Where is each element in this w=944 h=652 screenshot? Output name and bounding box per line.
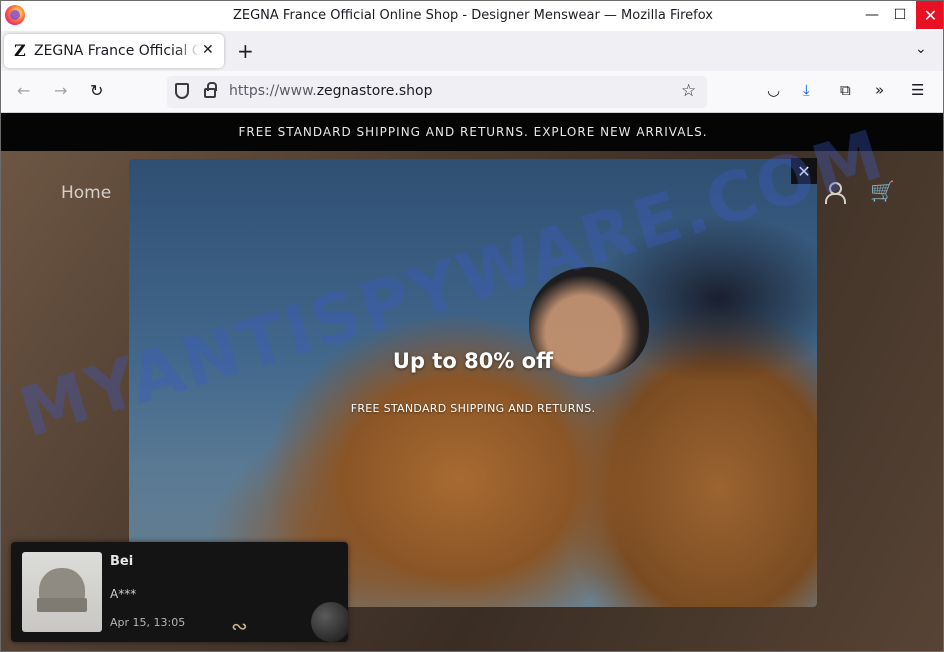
decorative-swirl-icon: ∾ bbox=[231, 614, 248, 638]
zegna-favicon-icon: Z bbox=[14, 41, 26, 60]
url-text[interactable]: https://www.zegnastore.shop bbox=[229, 83, 432, 99]
reload-icon[interactable]: ↻ bbox=[90, 81, 103, 100]
url-host: zegnastore.shop bbox=[316, 83, 433, 99]
tab-zegna[interactable]: Z ZEGNA France Official Online Shop ✕ bbox=[4, 34, 224, 68]
browser-window: ZEGNA France Official Online Shop - Desi… bbox=[0, 0, 944, 652]
notification-time: Apr 15, 13:05 bbox=[110, 616, 186, 629]
pocket-icon[interactable]: ◡ bbox=[767, 81, 780, 99]
tracking-protection-shield-icon[interactable] bbox=[175, 83, 189, 99]
tab-strip: Z ZEGNA France Official Online Shop ✕ + … bbox=[1, 31, 943, 71]
window-title: ZEGNA France Official Online Shop - Desi… bbox=[232, 8, 714, 23]
notification-title: Bei bbox=[110, 554, 134, 569]
url-scheme: https://www. bbox=[229, 83, 317, 99]
title-bar: ZEGNA France Official Online Shop - Desi… bbox=[1, 1, 943, 31]
more-tools-chevron-icon[interactable]: » bbox=[875, 81, 884, 99]
hamburger-menu-icon[interactable]: ☰ bbox=[911, 81, 924, 99]
extensions-puzzle-icon[interactable]: ⧉ bbox=[840, 81, 851, 99]
decorative-spheres-image bbox=[311, 602, 348, 642]
forward-arrow-icon[interactable]: → bbox=[54, 81, 67, 100]
notification-buyer: A*** bbox=[110, 587, 137, 601]
bookmark-star-icon[interactable]: ☆ bbox=[681, 81, 696, 101]
close-window-button[interactable]: ✕ bbox=[916, 1, 943, 29]
web-page: FREE STANDARD SHIPPING AND RETURNS. EXPL… bbox=[1, 113, 943, 651]
list-all-tabs-chevron-icon[interactable]: ⌄ bbox=[915, 41, 927, 57]
new-tab-plus-icon[interactable]: + bbox=[237, 39, 254, 63]
tab-close-icon[interactable]: ✕ bbox=[202, 42, 214, 58]
minimize-button[interactable]: — bbox=[858, 1, 886, 29]
popup-subtitle: FREE STANDARD SHIPPING AND RETURNS. bbox=[350, 402, 596, 415]
url-bar[interactable]: https://www.zegnastore.shop ☆ bbox=[167, 76, 707, 108]
purchase-notification[interactable]: Bei A*** Apr 15, 13:05 ∾ bbox=[11, 542, 348, 642]
beanie-product-image bbox=[22, 552, 102, 632]
maximize-button[interactable]: ☐ bbox=[886, 1, 914, 29]
download-icon[interactable]: ⤓ bbox=[803, 81, 810, 99]
navigation-toolbar: ← → ↻ https://www.zegnastore.shop ☆ ◡ ⤓ … bbox=[1, 71, 943, 113]
tab-label: ZEGNA France Official Online Shop bbox=[34, 43, 200, 59]
nav-home-link[interactable]: Home bbox=[61, 183, 111, 203]
lock-icon[interactable] bbox=[204, 82, 217, 98]
back-arrow-icon[interactable]: ← bbox=[17, 81, 30, 100]
